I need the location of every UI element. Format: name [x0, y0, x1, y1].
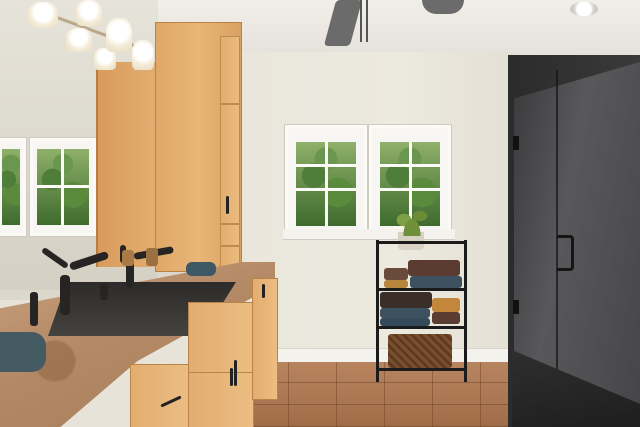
faucet-handle: [100, 284, 108, 300]
recessed-light-icon: [570, 2, 598, 16]
mirror-cabinet-reflection: [96, 62, 158, 267]
towel-icon: [380, 292, 432, 308]
linen-cabinet-drawer: [220, 224, 240, 246]
shelf-tier: [376, 368, 467, 371]
shower-hinge: [513, 136, 519, 150]
tile-floor: [240, 362, 530, 427]
mirror-window-reflection-left: [0, 138, 26, 236]
drawer-handle: [234, 360, 237, 386]
bulb-icon: [132, 40, 154, 70]
shower-hinge: [513, 300, 519, 314]
towel-icon: [408, 260, 460, 276]
towel-icon: [384, 268, 408, 280]
faucet-handle: [30, 292, 38, 326]
vanity-cabinet: [130, 272, 278, 427]
drawer-handle: [230, 368, 233, 386]
shelf-tier: [376, 241, 467, 244]
towel-icon: [410, 276, 462, 288]
bulb-icon: [66, 28, 92, 52]
faucet-icon: [60, 275, 70, 315]
plant-leaves: [392, 196, 432, 236]
bathroom-scene: [0, 0, 640, 427]
mirror-window-reflection: [30, 138, 96, 236]
fan-pull-chain: [360, 0, 362, 42]
linen-cabinet-upper-door: [220, 36, 240, 104]
cabinet-handle: [226, 196, 229, 214]
vanity-drawer: [130, 364, 190, 427]
wicker-basket: [388, 334, 452, 368]
towel-icon: [380, 308, 430, 318]
towel-icon: [432, 298, 460, 312]
towel-icon: [380, 318, 430, 326]
towel-icon: [0, 332, 46, 372]
bulb-icon: [106, 18, 132, 52]
shower-door-handle: [557, 235, 574, 271]
towel-icon: [384, 280, 408, 288]
vanity-side-panel: [252, 278, 278, 400]
vanity-door: [188, 372, 254, 427]
soap-dispenser-icon: [146, 248, 158, 266]
bulb-icon: [76, 0, 102, 26]
shelf-post: [376, 240, 379, 382]
shelf-tier: [376, 288, 467, 291]
towel-icon: [432, 312, 460, 324]
vanity-drawer: [188, 302, 254, 374]
shower-glass-seam: [556, 70, 558, 390]
bulb-icon: [28, 2, 58, 28]
drawer-handle: [262, 284, 265, 298]
shelf-post: [464, 240, 467, 382]
window-left: [285, 125, 367, 235]
shelf-tier: [376, 326, 467, 329]
fan-pull-chain: [366, 0, 368, 42]
linen-cabinet-middle-door: [220, 104, 240, 224]
soap-dispenser-icon: [122, 250, 134, 266]
